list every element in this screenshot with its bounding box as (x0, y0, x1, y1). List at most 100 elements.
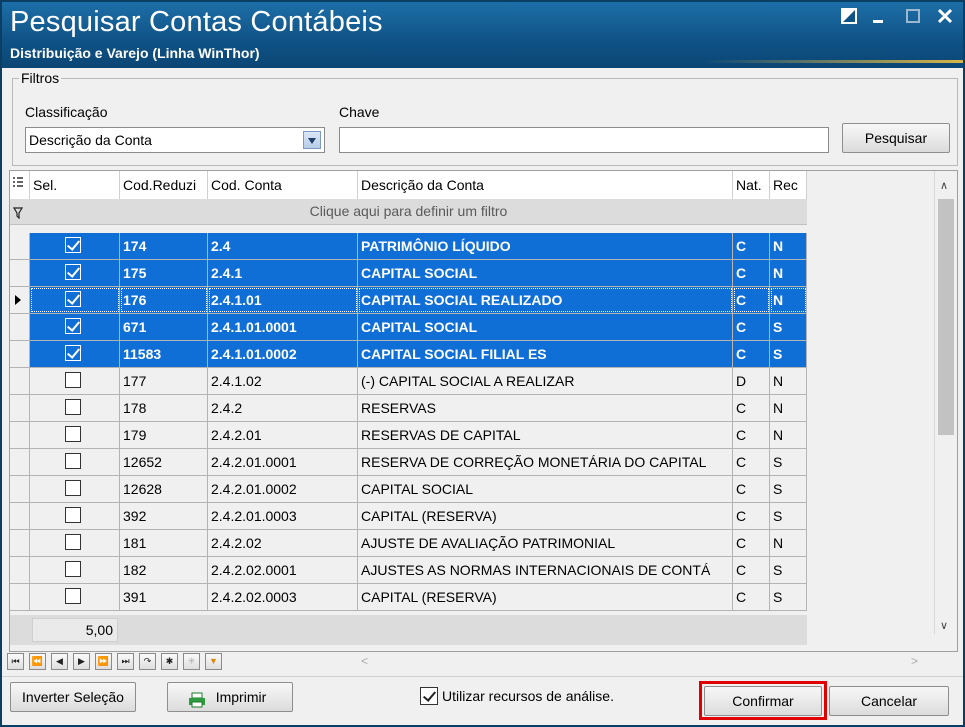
refresh-icon[interactable]: ↷ (139, 653, 156, 670)
scroll-down-icon[interactable]: ∨ (940, 619, 948, 632)
search-button[interactable]: Pesquisar (842, 123, 950, 153)
row-select-cell[interactable] (30, 314, 120, 340)
cell-nat: C (733, 503, 770, 529)
row-select-cell[interactable] (30, 422, 120, 448)
column-chooser-icon[interactable] (10, 171, 30, 199)
col-cod-conta[interactable]: Cod. Conta (208, 171, 358, 199)
table-row[interactable]: 12628 2.4.2.01.0002 CAPITAL SOCIAL C S (10, 476, 807, 503)
table-row[interactable]: 392 2.4.2.01.0003 CAPITAL (RESERVA) C S (10, 503, 807, 530)
table-row[interactable]: 181 2.4.2.02 AJUSTE DE AVALIAÇÃO PATRIMONI… (10, 530, 807, 557)
cell-rec: N (770, 260, 807, 286)
row-select-cell[interactable] (30, 530, 120, 556)
row-checkbox[interactable] (65, 318, 81, 334)
col-descricao[interactable]: Descrição da Conta (358, 171, 733, 199)
table-row[interactable]: 178 2.4.2 RESERVAS C N (10, 395, 807, 422)
row-checkbox[interactable] (65, 588, 81, 604)
clear-icon[interactable]: ✳ (183, 653, 200, 670)
title-bar[interactable]: Pesquisar Contas Contábeis Distribuição … (2, 2, 963, 68)
row-select-cell[interactable] (30, 233, 120, 259)
row-select-cell[interactable] (30, 260, 120, 286)
cell-rec: S (770, 476, 807, 502)
cell-nat: C (733, 287, 770, 313)
cell-cod-conta: 2.4.2.01.0001 (208, 449, 358, 475)
cell-cod-reduzido: 175 (120, 260, 208, 286)
check-icon (66, 291, 81, 305)
filter-row[interactable]: Clique aqui para definir um filtro (10, 199, 807, 225)
row-checkbox[interactable] (65, 372, 81, 388)
scroll-thumb[interactable] (938, 199, 954, 435)
col-cod-reduzido[interactable]: Cod.Reduzi (120, 171, 208, 199)
cell-nat: C (733, 557, 770, 583)
row-checkbox[interactable] (65, 426, 81, 442)
cell-cod-reduzido: 174 (120, 233, 208, 259)
table-row[interactable]: 11583 2.4.1.01.0002 CAPITAL SOCIAL FILIAL … (10, 341, 807, 368)
row-checkbox[interactable] (65, 534, 81, 550)
scroll-left-icon[interactable]: < (361, 654, 368, 668)
col-rec[interactable]: Rec (770, 171, 807, 199)
filter-icon[interactable]: ▼ (205, 653, 222, 670)
minimize-icon[interactable] (868, 8, 890, 28)
cell-descricao: RESERVAS (358, 395, 733, 421)
cell-descricao: AJUSTES AS NORMAS INTERNACIONAIS DE CONT… (358, 557, 733, 583)
col-sel[interactable]: Sel. (30, 171, 120, 199)
next-icon[interactable]: ▶ (73, 653, 90, 670)
table-row[interactable]: 12652 2.4.2.01.0001 RESERVA DE CORREÇÃO MO… (10, 449, 807, 476)
table-row[interactable]: 175 2.4.1 CAPITAL SOCIAL C N (10, 260, 807, 287)
cell-descricao: CAPITAL SOCIAL (358, 314, 733, 340)
horizontal-scrollbar[interactable]: < > (357, 653, 927, 671)
row-checkbox[interactable] (65, 291, 81, 307)
row-select-cell[interactable] (30, 476, 120, 502)
row-select-cell[interactable] (30, 557, 120, 583)
analysis-checkbox[interactable] (420, 687, 438, 705)
row-checkbox[interactable] (65, 507, 81, 523)
row-checkbox[interactable] (65, 345, 81, 361)
row-select-cell[interactable] (30, 584, 120, 610)
grid-header: Sel. Cod.Reduzi Cod. Conta Descrição da … (10, 171, 807, 200)
col-nat[interactable]: Nat. (733, 171, 770, 199)
row-checkbox[interactable] (65, 264, 81, 280)
row-select-cell[interactable] (30, 503, 120, 529)
row-select-cell[interactable] (30, 368, 120, 394)
print-button[interactable]: Imprimir (167, 682, 293, 712)
cell-nat: C (733, 422, 770, 448)
row-select-cell[interactable] (30, 449, 120, 475)
cancel-button[interactable]: Cancelar (829, 686, 949, 716)
chevron-down-icon[interactable] (303, 131, 321, 149)
row-checkbox[interactable] (65, 399, 81, 415)
close-icon[interactable] (934, 8, 956, 28)
maximize-icon[interactable] (902, 8, 924, 28)
row-checkbox[interactable] (65, 561, 81, 577)
invert-selection-button[interactable]: Inverter Seleção (10, 682, 136, 712)
classificacao-value: Descrição da Conta (29, 132, 152, 148)
row-checkbox[interactable] (65, 453, 81, 469)
row-select-cell[interactable] (30, 341, 120, 367)
table-row[interactable]: 671 2.4.1.01.0001 CAPITAL SOCIAL C S (10, 314, 807, 341)
table-row[interactable]: 182 2.4.2.02.0001 AJUSTES AS NORMAS INTERN… (10, 557, 807, 584)
vertical-scrollbar[interactable]: ∧ ∨ (934, 171, 957, 634)
restore-icon[interactable] (838, 8, 860, 28)
insert-icon[interactable]: ✱ (161, 653, 178, 670)
table-row[interactable]: 177 2.4.1.02 (-) CAPITAL SOCIAL A REALIZAR… (10, 368, 807, 395)
first-icon[interactable]: ⏮ (7, 653, 24, 670)
cell-cod-reduzido: 12652 (120, 449, 208, 475)
confirm-button[interactable]: Confirmar (704, 686, 822, 716)
scroll-up-icon[interactable]: ∧ (940, 179, 948, 192)
row-checkbox[interactable] (65, 480, 81, 496)
cell-cod-reduzido: 179 (120, 422, 208, 448)
classificacao-select[interactable]: Descrição da Conta (25, 127, 325, 153)
next-page-icon[interactable]: ⏩ (95, 653, 112, 670)
chave-input[interactable] (339, 127, 829, 153)
row-checkbox[interactable] (65, 237, 81, 253)
scroll-right-icon[interactable]: > (911, 654, 918, 668)
last-icon[interactable]: ⏭ (117, 653, 134, 670)
check-icon (66, 318, 81, 332)
prev-page-icon[interactable]: ⏪ (29, 653, 46, 670)
table-row[interactable]: 179 2.4.2.01 RESERVAS DE CAPITAL C N (10, 422, 807, 449)
table-row[interactable]: 391 2.4.2.02.0003 CAPITAL (RESERVA) C S (10, 584, 807, 611)
row-select-cell[interactable] (30, 395, 120, 421)
table-row[interactable]: 174 2.4 PATRIMÔNIO LÍQUIDO C N (10, 233, 807, 260)
filters-legend: Filtros (19, 70, 62, 86)
prev-icon[interactable]: ◀ (51, 653, 68, 670)
table-row[interactable]: 176 2.4.1.01 CAPITAL SOCIAL REALIZADO C N (10, 287, 807, 314)
row-select-cell[interactable] (30, 287, 120, 313)
